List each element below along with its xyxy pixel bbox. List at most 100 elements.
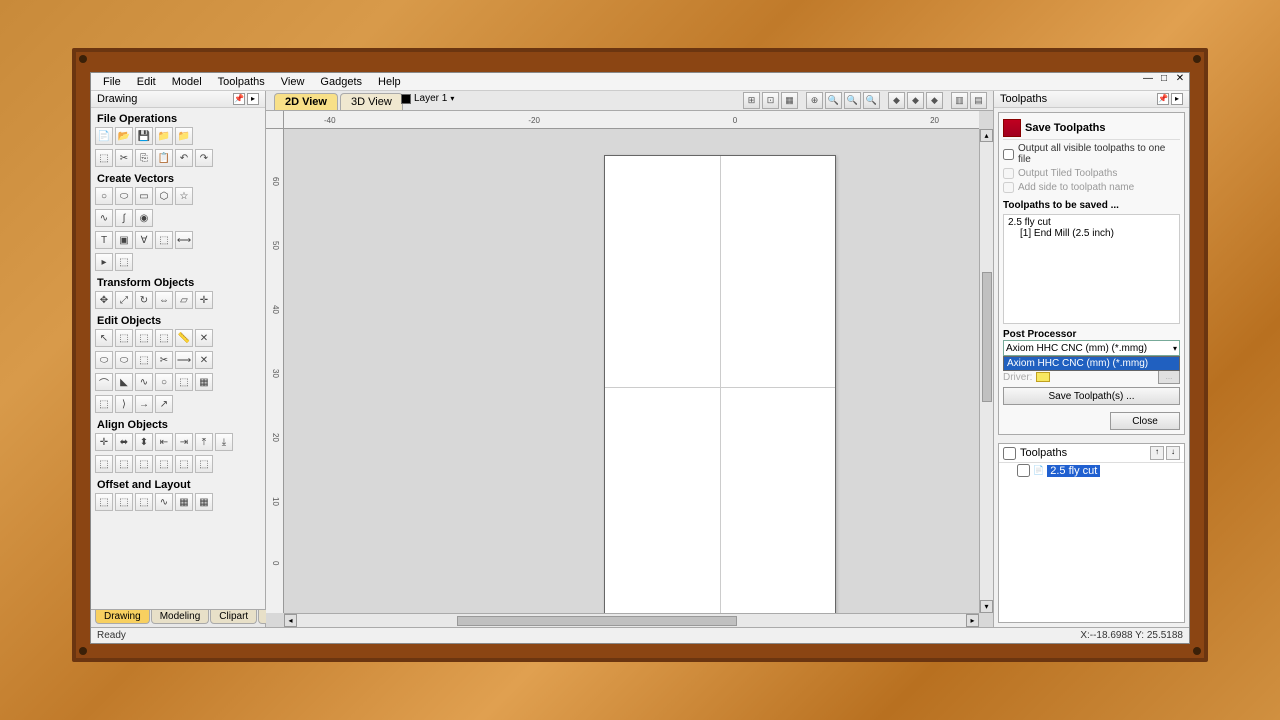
polyline-icon[interactable]: ∿	[95, 209, 113, 227]
star-icon[interactable]: ☆	[175, 187, 193, 205]
shape-icon[interactable]: ⬚	[115, 253, 133, 271]
driver-browse-button[interactable]: ...	[1158, 370, 1180, 384]
circle-icon[interactable]: ○	[95, 187, 113, 205]
curve-fit-icon[interactable]: ∿	[135, 373, 153, 391]
intersect-icon[interactable]: ⬚	[135, 351, 153, 369]
view-b-icon[interactable]: ◆	[907, 92, 924, 109]
move-icon[interactable]: ✥	[95, 291, 113, 309]
cut-icon[interactable]: ✂	[115, 149, 133, 167]
scrollbar-horizontal[interactable]: ◂ ▸	[284, 613, 979, 627]
grid-icon[interactable]: ▦	[781, 92, 798, 109]
panel-expand2-icon[interactable]: ▸	[1171, 93, 1183, 105]
align-right-icon[interactable]: ⇥	[175, 433, 193, 451]
chk-addside[interactable]: Add side to toolpath name	[1003, 182, 1180, 193]
menu-gadgets[interactable]: Gadgets	[312, 74, 370, 90]
save-file-icon[interactable]: 💾	[135, 127, 153, 145]
view-c-icon[interactable]: ◆	[926, 92, 943, 109]
rotate-icon[interactable]: ↻	[135, 291, 153, 309]
align-h-icon[interactable]: ⬌	[115, 433, 133, 451]
polygon-icon[interactable]: ⬡	[155, 187, 173, 205]
save-toolpath-button[interactable]: Save Toolpath(s) ...	[1003, 387, 1180, 405]
offset-vec-icon[interactable]: ⬚	[95, 493, 113, 511]
zoom-prev-icon[interactable]: 🔍	[863, 92, 880, 109]
circular-array-icon[interactable]: ⬚	[135, 493, 153, 511]
undo-icon[interactable]: ↶	[175, 149, 193, 167]
tile-v-icon[interactable]: ▤	[970, 92, 987, 109]
panel-pin-icon[interactable]: 📌	[233, 93, 245, 105]
curve-icon[interactable]: ∫	[115, 209, 133, 227]
join-icon[interactable]: ⬚	[175, 373, 193, 391]
text-curve-icon[interactable]: Ɐ	[135, 231, 153, 249]
measure-icon[interactable]: 📏	[175, 329, 193, 347]
tab-clipart[interactable]: Clipart	[210, 610, 257, 624]
maximize-icon[interactable]: □	[1157, 73, 1171, 84]
pp-option[interactable]: Axiom HHC CNC (mm) (*.mmg)	[1004, 357, 1179, 370]
tile-h-icon[interactable]: ▥	[951, 92, 968, 109]
panel-pin2-icon[interactable]: 📌	[1157, 93, 1169, 105]
import-icon[interactable]: 📁	[155, 127, 173, 145]
canvas[interactable]	[284, 129, 979, 613]
trim-icon[interactable]: ✂	[155, 351, 173, 369]
arrow3-icon[interactable]: ↗	[155, 395, 173, 413]
tab-drawing[interactable]: Drawing	[95, 610, 150, 624]
text-box-icon[interactable]: ▣	[115, 231, 133, 249]
spiral-icon[interactable]: ◉	[135, 209, 153, 227]
menu-file[interactable]: File	[95, 74, 129, 90]
minimize-icon[interactable]: —	[1141, 73, 1155, 84]
chk-output-all[interactable]: Output all visible toolpaths to one file	[1003, 143, 1180, 165]
menu-edit[interactable]: Edit	[129, 74, 164, 90]
tree-item[interactable]: 📄 2.5 fly cut	[999, 463, 1184, 478]
align-v-icon[interactable]: ⬍	[135, 433, 153, 451]
tool-b-icon[interactable]: ✕	[195, 351, 213, 369]
mirror-icon[interactable]: ⇔	[155, 291, 173, 309]
snap-grid-icon[interactable]: ⊞	[743, 92, 760, 109]
snap-obj-icon[interactable]: ⊡	[762, 92, 779, 109]
zoom-sel-icon[interactable]: 🔍	[825, 92, 842, 109]
trace-icon[interactable]: ⬚	[155, 231, 173, 249]
extend-icon[interactable]: ⟶	[175, 351, 193, 369]
menu-help[interactable]: Help	[370, 74, 409, 90]
align-e-icon[interactable]: ⬚	[175, 455, 193, 473]
align-tool-icon[interactable]: ✛	[195, 291, 213, 309]
copy-along-icon[interactable]: ∿	[155, 493, 173, 511]
ungroup-icon[interactable]: ⬚	[155, 329, 173, 347]
offset-icon[interactable]: ⬚	[95, 395, 113, 413]
distort-icon[interactable]: ▱	[175, 291, 193, 309]
close-button[interactable]: Close	[1110, 412, 1180, 430]
plate-icon[interactable]: ▦	[195, 493, 213, 511]
tool-c-icon[interactable]: ▦	[195, 373, 213, 391]
chk-tiled[interactable]: Output Tiled Toolpaths	[1003, 168, 1180, 179]
paste-icon[interactable]: 📋	[155, 149, 173, 167]
zoom-win-icon[interactable]: 🔍	[844, 92, 861, 109]
fillet-icon[interactable]: ⌒	[95, 373, 113, 391]
menu-toolpaths[interactable]: Toolpaths	[210, 74, 273, 90]
subtract-icon[interactable]: ⬭	[115, 351, 133, 369]
layer-selector[interactable]: Layer 1 ▾	[401, 93, 454, 104]
increment-icon[interactable]: ⬚	[95, 149, 113, 167]
tree-sort-down-icon[interactable]: ↓	[1166, 446, 1180, 460]
scroll-v-thumb[interactable]	[982, 272, 992, 402]
scroll-down-icon[interactable]: ▾	[980, 600, 993, 613]
menu-model[interactable]: Model	[164, 74, 210, 90]
close-vec-icon[interactable]: ○	[155, 373, 173, 391]
dist-v-icon[interactable]: ⬚	[115, 455, 133, 473]
redo-icon[interactable]: ↷	[195, 149, 213, 167]
arrow2-icon[interactable]: →	[135, 395, 153, 413]
tree-root-checkbox[interactable]	[1003, 447, 1016, 460]
tree-sort-up-icon[interactable]: ↑	[1150, 446, 1164, 460]
align-f-icon[interactable]: ⬚	[195, 455, 213, 473]
node-edit-icon[interactable]: ⬚	[115, 329, 133, 347]
align-center-icon[interactable]: ✛	[95, 433, 113, 451]
arrow-icon[interactable]: ▸	[95, 253, 113, 271]
tool-a-icon[interactable]: ✕	[195, 329, 213, 347]
align-left-icon[interactable]: ⇤	[155, 433, 173, 451]
open-file-icon[interactable]: 📂	[115, 127, 133, 145]
dist-h-icon[interactable]: ⬚	[95, 455, 113, 473]
align-bottom-icon[interactable]: ⤓	[215, 433, 233, 451]
group-icon[interactable]: ⬚	[135, 329, 153, 347]
open-icon[interactable]: ⟩	[115, 395, 133, 413]
select-icon[interactable]: ↖	[95, 329, 113, 347]
view-a-icon[interactable]: ◆	[888, 92, 905, 109]
scroll-right-icon[interactable]: ▸	[966, 614, 979, 627]
weld-icon[interactable]: ⬭	[95, 351, 113, 369]
